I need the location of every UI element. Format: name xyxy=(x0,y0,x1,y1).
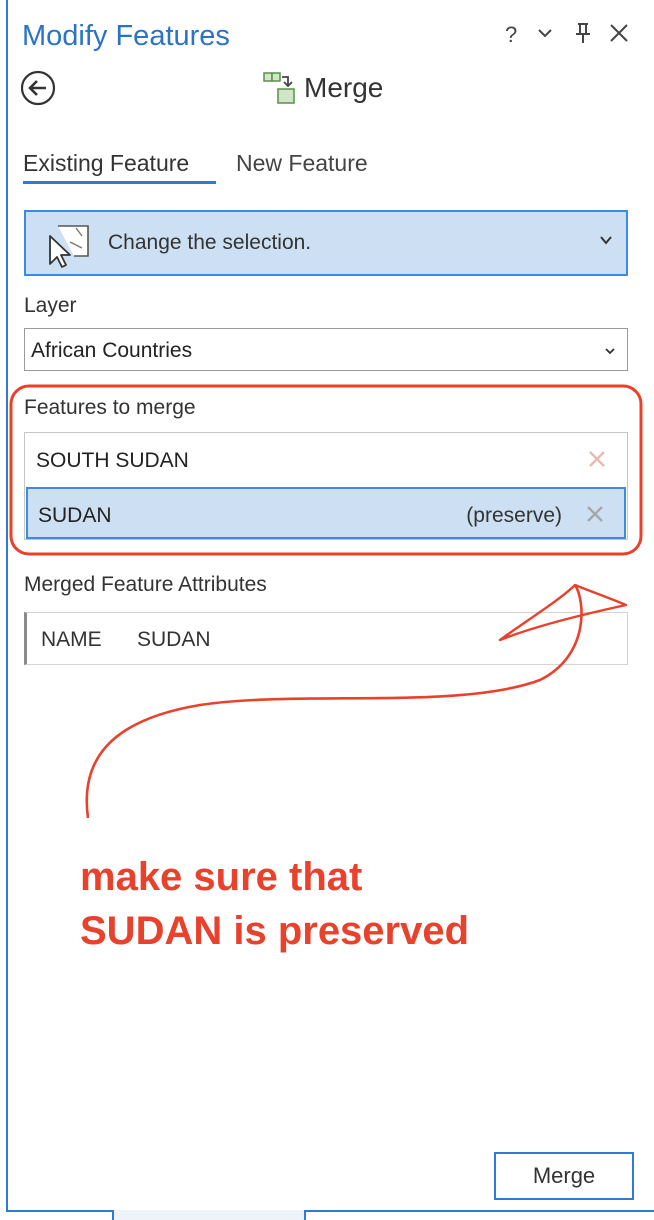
feature-name: SUDAN xyxy=(38,504,112,527)
pin-button[interactable] xyxy=(573,22,593,50)
features-to-merge-list: SOUTH SUDAN SUDAN (preserve) xyxy=(24,432,628,540)
tab-existing-feature[interactable]: Existing Feature xyxy=(23,150,189,177)
features-to-merge-label: Features to merge xyxy=(24,396,196,419)
merged-attributes-label: Merged Feature Attributes xyxy=(24,573,267,596)
remove-icon[interactable] xyxy=(586,448,608,470)
layer-select[interactable]: African Countries xyxy=(24,328,628,371)
chevron-down-icon xyxy=(605,348,615,355)
list-item[interactable]: SOUTH SUDAN xyxy=(26,434,626,486)
pane-bottom-border xyxy=(6,1210,114,1212)
back-button[interactable] xyxy=(20,70,56,106)
pin-icon xyxy=(576,23,590,43)
options-menu-button[interactable] xyxy=(536,22,554,48)
chevron-down-icon xyxy=(600,236,612,245)
change-selection-label: Change the selection. xyxy=(108,231,312,254)
attribute-field-value[interactable]: SUDAN xyxy=(137,628,211,652)
list-item[interactable]: SUDAN (preserve) xyxy=(26,487,626,539)
active-tab-indicator xyxy=(23,181,216,184)
layer-select-value: African Countries xyxy=(31,339,193,362)
merge-icon xyxy=(263,72,295,104)
tab-new-feature[interactable]: New Feature xyxy=(236,150,368,177)
chevron-down-icon xyxy=(538,29,552,38)
pane-bottom-border-right xyxy=(304,1210,654,1212)
remove-icon[interactable] xyxy=(584,503,606,525)
pane-tab-edge-right xyxy=(304,1210,306,1220)
annotation-line-2: SUDAN is preserved xyxy=(80,909,470,953)
attribute-field-name: NAME xyxy=(41,628,102,651)
change-selection-dropdown[interactable]: Change the selection. xyxy=(24,210,628,276)
pane-tab[interactable] xyxy=(114,1210,304,1220)
feature-name: SOUTH SUDAN xyxy=(36,449,189,472)
layer-label: Layer xyxy=(24,294,77,317)
close-icon xyxy=(610,24,628,42)
pane-title: Modify Features xyxy=(22,20,230,52)
pane-left-border xyxy=(6,0,8,1212)
close-button[interactable] xyxy=(608,22,630,50)
merge-button[interactable]: Merge xyxy=(494,1152,634,1200)
preserve-tag: (preserve) xyxy=(466,504,562,527)
annotation-line-1: make sure that xyxy=(80,855,363,899)
annotation-note: make sure that SUDAN is preserved xyxy=(80,850,469,958)
modify-features-pane: Modify Features ? Merge Existing Feature… xyxy=(0,0,654,1220)
tool-name: Merge xyxy=(304,72,384,103)
merged-attributes-table: NAME SUDAN xyxy=(24,612,628,665)
select-features-icon xyxy=(49,225,89,268)
back-arrow-icon xyxy=(20,70,56,106)
tool-header: Merge xyxy=(262,70,383,106)
help-button[interactable]: ? xyxy=(505,22,517,48)
